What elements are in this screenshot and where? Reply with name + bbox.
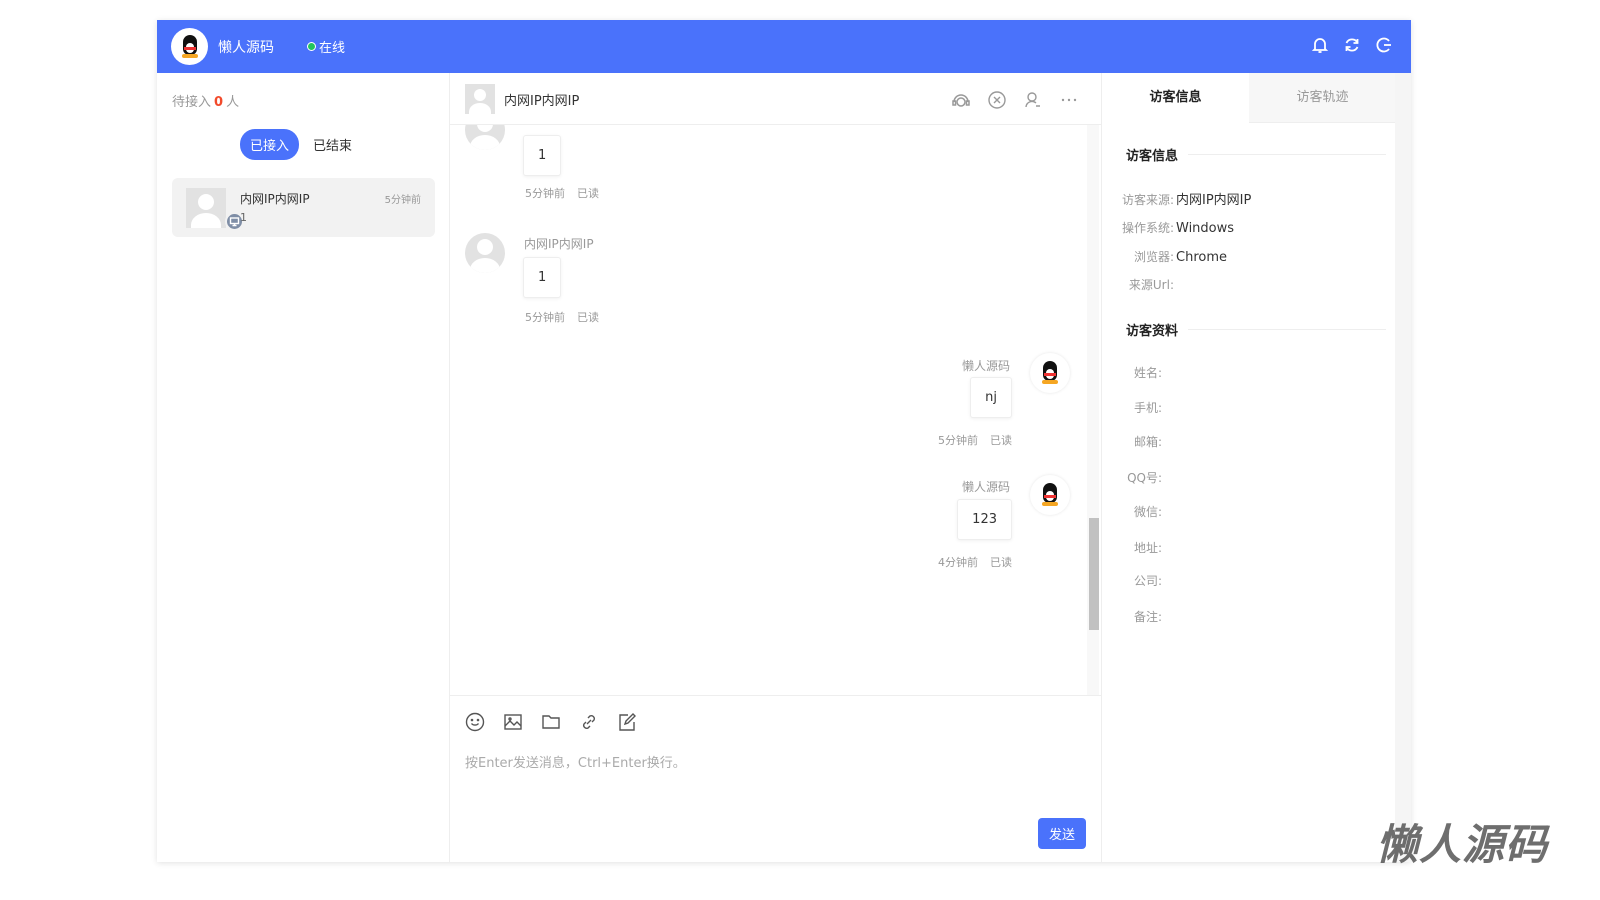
message-bubble: 123 xyxy=(957,499,1012,540)
agent-avatar xyxy=(1030,353,1070,393)
bell-icon[interactable] xyxy=(1311,36,1329,54)
profile-email[interactable]: 邮箱: xyxy=(1098,433,1162,450)
visitor-avatar xyxy=(465,233,505,273)
profile-notes[interactable]: 备注: xyxy=(1098,608,1162,625)
panel-scrollbar[interactable] xyxy=(1395,73,1411,862)
image-icon[interactable] xyxy=(503,712,523,732)
tab-visitor-info[interactable]: 访客信息 xyxy=(1102,73,1249,123)
message-bubble: 1 xyxy=(523,257,562,298)
conversation-panel: 待接入 0 人 已接入 已结束 内网IP内网IP 5分钟前 1 xyxy=(157,73,450,862)
emoji-icon[interactable] xyxy=(465,712,485,732)
folder-icon[interactable] xyxy=(541,712,561,732)
message-meta: 5分钟前 已读 xyxy=(525,187,599,200)
user-block-icon[interactable] xyxy=(1023,90,1043,110)
refresh-icon[interactable] xyxy=(1343,36,1361,54)
message-sender: 内网IP内网IP xyxy=(524,237,594,251)
conversation-item[interactable]: 内网IP内网IP 5分钟前 1 xyxy=(172,178,435,237)
visitor-panel: 访客信息 访客轨迹 访客信息 访客来源: 内网IP内网IP 操作系统: Window… xyxy=(1098,73,1396,862)
tab-ended[interactable]: 已结束 xyxy=(303,129,362,160)
penguin-icon xyxy=(1040,483,1060,507)
message-meta: 5分钟前 已读 xyxy=(525,311,599,324)
section-visitor-info: 访客信息 xyxy=(1126,145,1386,164)
message-input[interactable]: 按Enter发送消息，Ctrl+Enter换行。 xyxy=(465,752,686,771)
watermark-logo: 懒人源码 xyxy=(1375,820,1548,869)
top-bar: 懒人源码 在线 xyxy=(157,20,1411,73)
link-icon[interactable] xyxy=(579,712,599,732)
waiting-count: 待接入 0 人 xyxy=(172,95,240,110)
chat-app: 懒人源码 在线 待接入 0 人 已接入 已结束 内网IP内网IP 5分钟前 1 内网… xyxy=(157,20,1411,862)
section-visitor-profile: 访客资料 xyxy=(1126,320,1386,339)
more-icon[interactable] xyxy=(1059,90,1079,110)
chat-panel: 内网IP内网IP 1 5分钟前 已读 内网IP内网IP 1 5分钟前 已读 懒人… xyxy=(450,73,1101,862)
conversation-name: 内网IP内网IP xyxy=(240,192,310,206)
info-os: 操作系统: Windows xyxy=(1121,221,1235,236)
chat-header: 内网IP内网IP xyxy=(450,73,1101,125)
profile-address[interactable]: 地址: xyxy=(1098,539,1162,556)
conversation-time: 5分钟前 xyxy=(384,195,421,206)
profile-name[interactable]: 姓名: xyxy=(1098,364,1162,381)
chat-title: 内网IP内网IP xyxy=(504,94,580,109)
message-sender: 懒人源码 xyxy=(961,359,1010,373)
message-meta: 5分钟前 已读 xyxy=(938,434,1012,447)
message-sender: 懒人源码 xyxy=(961,480,1010,494)
status-label: 在线 xyxy=(319,41,346,56)
conversation-preview: 1 xyxy=(240,211,247,224)
visitor-avatar xyxy=(465,84,495,114)
send-button[interactable]: 发送 xyxy=(1037,818,1086,849)
profile-wechat[interactable]: 微信: xyxy=(1098,503,1162,520)
profile-company[interactable]: 公司: xyxy=(1098,572,1162,589)
agent-avatar xyxy=(1030,475,1070,515)
composer: 按Enter发送消息，Ctrl+Enter换行。 发送 xyxy=(450,695,1101,862)
penguin-icon xyxy=(1040,361,1060,385)
visitor-avatar xyxy=(465,125,505,150)
logout-icon[interactable] xyxy=(1375,36,1393,54)
tab-connected[interactable]: 已接入 xyxy=(240,129,300,160)
edit-icon[interactable] xyxy=(617,712,637,732)
penguin-icon xyxy=(180,34,200,59)
agent-avatar[interactable] xyxy=(171,28,208,65)
info-url: 来源Url: xyxy=(1128,278,1174,292)
profile-phone[interactable]: 手机: xyxy=(1098,399,1162,416)
message-bubble: nj xyxy=(970,377,1012,418)
message-meta: 4分钟前 已读 xyxy=(938,556,1012,569)
message-bubble: 1 xyxy=(523,135,562,176)
info-source: 访客来源: 内网IP内网IP xyxy=(1121,193,1252,208)
agent-name: 懒人源码 xyxy=(218,40,274,56)
visitor-avatar xyxy=(186,188,226,228)
message-list[interactable]: 1 5分钟前 已读 内网IP内网IP 1 5分钟前 已读 懒人源码 nj 5分钟前已… xyxy=(450,125,1101,695)
online-status[interactable]: 在线 xyxy=(307,37,345,56)
info-browser: 浏览器: Chrome xyxy=(1133,250,1227,265)
status-dot-icon xyxy=(307,42,316,51)
close-conversation-icon[interactable] xyxy=(987,90,1007,110)
tab-visitor-trail[interactable]: 访客轨迹 xyxy=(1249,73,1396,123)
transfer-agent-icon[interactable] xyxy=(951,90,971,110)
profile-qq[interactable]: QQ号: xyxy=(1098,469,1162,486)
